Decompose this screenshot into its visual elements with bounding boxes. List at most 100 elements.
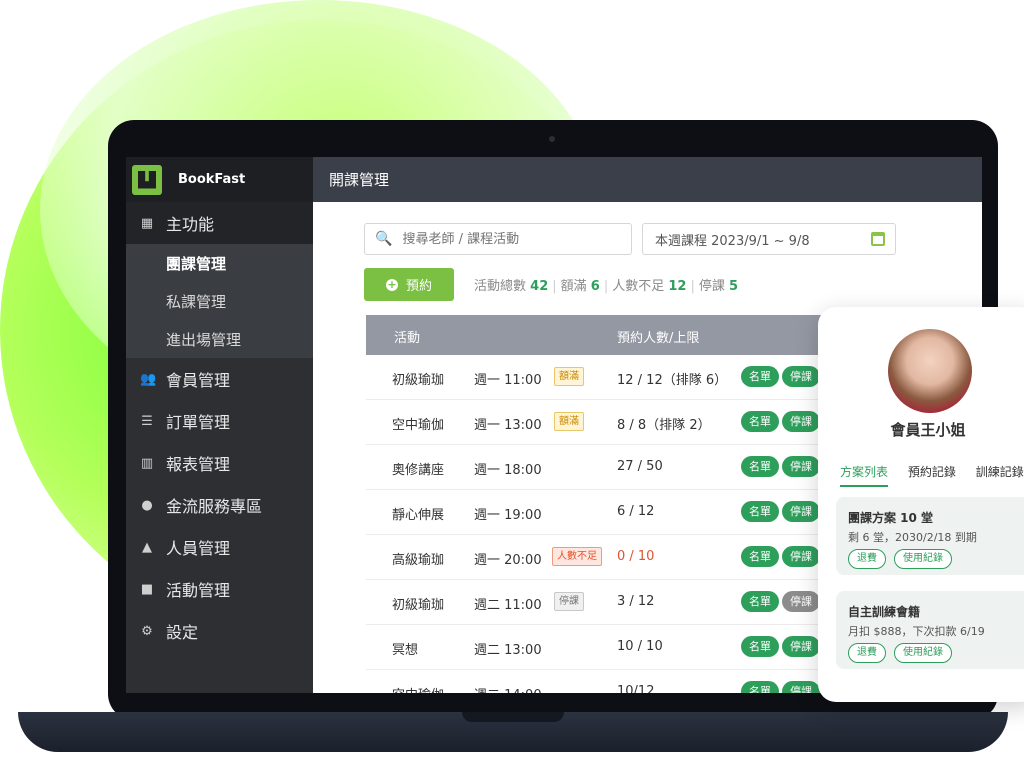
cell-booking-count: 10/12 [617, 684, 655, 693]
plan-title: 自主訓練會籍 [848, 605, 921, 619]
list-icon: ☰ [141, 413, 153, 429]
stat-stop-label: 停課 [698, 279, 725, 294]
sidebar-item-events[interactable]: ■ 活動管理 [126, 568, 313, 610]
brand-name: BookFast [178, 172, 246, 187]
header-booking: 預約人數/上限 [617, 331, 700, 346]
cancel-class-button[interactable]: 停課 [782, 546, 820, 567]
divider: | [690, 279, 695, 294]
plan-card: 團課方案 10 堂 剩 6 堂，2030/2/18 到期 退費 使用紀錄 [836, 497, 1024, 575]
cell-booking-count: 6 / 12 [617, 504, 655, 519]
cell-activity: 高級瑜珈 [392, 553, 445, 568]
sidebar-item-settings[interactable]: ⚙ 設定 [126, 610, 313, 652]
refund-button[interactable]: 退費 [848, 643, 886, 663]
attendee-list-button[interactable]: 名單 [741, 681, 779, 693]
cell-time: 週一 19:00 [474, 508, 542, 523]
cell-activity: 冥想 [392, 643, 419, 658]
gear-icon: ⚙ [141, 623, 153, 639]
attendee-list-button[interactable]: 名單 [741, 366, 779, 387]
attendee-list-button[interactable]: 名單 [741, 546, 779, 567]
org-icon: ▲ [142, 539, 152, 555]
stats-bar: 活動總數 42 | 額滿 6 | 人數不足 12 | 停課 5 [474, 275, 738, 294]
cancel-class-button[interactable]: 停課 [782, 456, 820, 477]
cell-time: 週二 11:00 [474, 598, 542, 613]
sidebar-item-label: 會員管理 [166, 371, 231, 390]
attendee-list-button[interactable]: 名單 [741, 411, 779, 432]
cell-time: 週一 11:00 [474, 373, 542, 388]
sidebar-item-label: 訂單管理 [166, 413, 231, 432]
sidebar-item-label: 活動管理 [166, 581, 231, 600]
sidebar-sub-entry[interactable]: 進出場管理 [126, 320, 313, 358]
sidebar: BookFast ▦ 主功能 團課管理 私課管理 進出場管理 👥 會員管理 ☰ … [126, 157, 313, 693]
header-activity: 活動 [394, 331, 421, 346]
camera-icon [549, 136, 555, 142]
gift-icon: ■ [140, 581, 154, 597]
sidebar-item-label: 金流服務專區 [166, 497, 263, 516]
sidebar-item-orders[interactable]: ☰ 訂單管理 [126, 400, 313, 442]
chart-icon: ▥ [140, 455, 154, 471]
status-badge: 停課 [554, 592, 584, 611]
avatar [888, 329, 972, 413]
calendar-icon[interactable] [871, 232, 885, 246]
dashboard-icon: ▦ [140, 215, 154, 231]
divider: | [552, 279, 557, 294]
tab-training[interactable]: 訓練記錄 [976, 465, 1024, 479]
refund-button[interactable]: 退費 [848, 549, 886, 569]
sidebar-sub-group-class[interactable]: 團課管理 [126, 244, 313, 282]
sidebar-item-members[interactable]: 👥 會員管理 [126, 358, 313, 400]
attendee-list-button[interactable]: 名單 [741, 501, 779, 522]
cell-time: 週二 14:00 [474, 684, 542, 693]
attendee-list-button[interactable]: 名單 [741, 591, 779, 612]
plus-icon: + [385, 277, 398, 291]
cell-booking-count: 3 / 12 [617, 594, 655, 609]
plan-title: 團課方案 10 堂 [848, 511, 934, 525]
tab-plans[interactable]: 方案列表 [840, 465, 889, 487]
cell-booking-count: 27 / 50 [617, 459, 663, 474]
book-button-label: 預約 [405, 279, 432, 294]
plan-card: 自主訓練會籍 月扣 $888，下次扣款 6/19 退費 使用紀錄 [836, 591, 1024, 669]
search-box[interactable]: 🔍 [364, 223, 632, 255]
brand: BookFast [126, 157, 313, 202]
date-filter-value: 本週課程 2023/9/1 ~ 9/8 [655, 233, 810, 249]
usage-history-button[interactable]: 使用紀錄 [894, 549, 952, 569]
cancel-class-button[interactable]: 停課 [782, 681, 820, 693]
member-card: 會員王小姐 方案列表 預約記錄 訓練記錄 團課方案 10 堂 剩 6 堂，203… [818, 307, 1024, 702]
cell-activity: 奧修講座 [392, 463, 445, 478]
sidebar-item-payment[interactable]: ● 金流服務專區 [126, 484, 313, 526]
book-button[interactable]: + 預約 [364, 268, 454, 301]
sidebar-item-label: 報表管理 [166, 455, 231, 474]
money-icon: ● [141, 497, 153, 513]
cancel-class-button[interactable]: 停課 [782, 591, 820, 612]
status-badge: 額滿 [554, 367, 584, 386]
cancel-class-button[interactable]: 停課 [782, 366, 820, 387]
cell-booking-count: 0 / 10 [617, 549, 655, 564]
date-filter[interactable]: 本週課程 2023/9/1 ~ 9/8 [642, 223, 896, 255]
status-badge: 人數不足 [552, 547, 602, 566]
cell-time: 週二 13:00 [474, 643, 542, 658]
member-name: 會員王小姐 [890, 421, 966, 439]
cell-booking-count: 10 / 10 [617, 639, 663, 654]
sidebar-item-reports[interactable]: ▥ 報表管理 [126, 442, 313, 484]
stat-short: 12 [668, 279, 687, 294]
sidebar-item-staff[interactable]: ▲ 人員管理 [126, 526, 313, 568]
search-input[interactable] [400, 230, 625, 248]
sidebar-item-label: 設定 [166, 623, 199, 642]
tab-bookings[interactable]: 預約記錄 [908, 465, 956, 479]
cancel-class-button[interactable]: 停課 [782, 501, 820, 522]
attendee-list-button[interactable]: 名單 [741, 456, 779, 477]
attendee-list-button[interactable]: 名單 [741, 636, 779, 657]
member-tabs: 方案列表 預約記錄 訓練記錄 [840, 463, 1024, 487]
cell-booking-count: 8 / 8（排隊 2） [617, 418, 711, 433]
cell-activity: 空中瑜伽 [392, 418, 445, 433]
sidebar-sub-private-class[interactable]: 私課管理 [126, 282, 313, 320]
cancel-class-button[interactable]: 停課 [782, 636, 820, 657]
sidebar-item-label: 人員管理 [166, 539, 231, 558]
cell-activity: 初級瑜珈 [392, 373, 445, 388]
search-icon: 🔍 [375, 231, 393, 247]
sidebar-submenu: 團課管理 私課管理 進出場管理 [126, 244, 313, 358]
sidebar-item-main[interactable]: ▦ 主功能 [126, 202, 313, 244]
stat-full-label: 額滿 [560, 279, 587, 294]
cancel-class-button[interactable]: 停課 [782, 411, 820, 432]
stat-stop: 5 [729, 279, 739, 294]
stat-total-label: 活動總數 [474, 279, 527, 294]
usage-history-button[interactable]: 使用紀錄 [894, 643, 952, 663]
